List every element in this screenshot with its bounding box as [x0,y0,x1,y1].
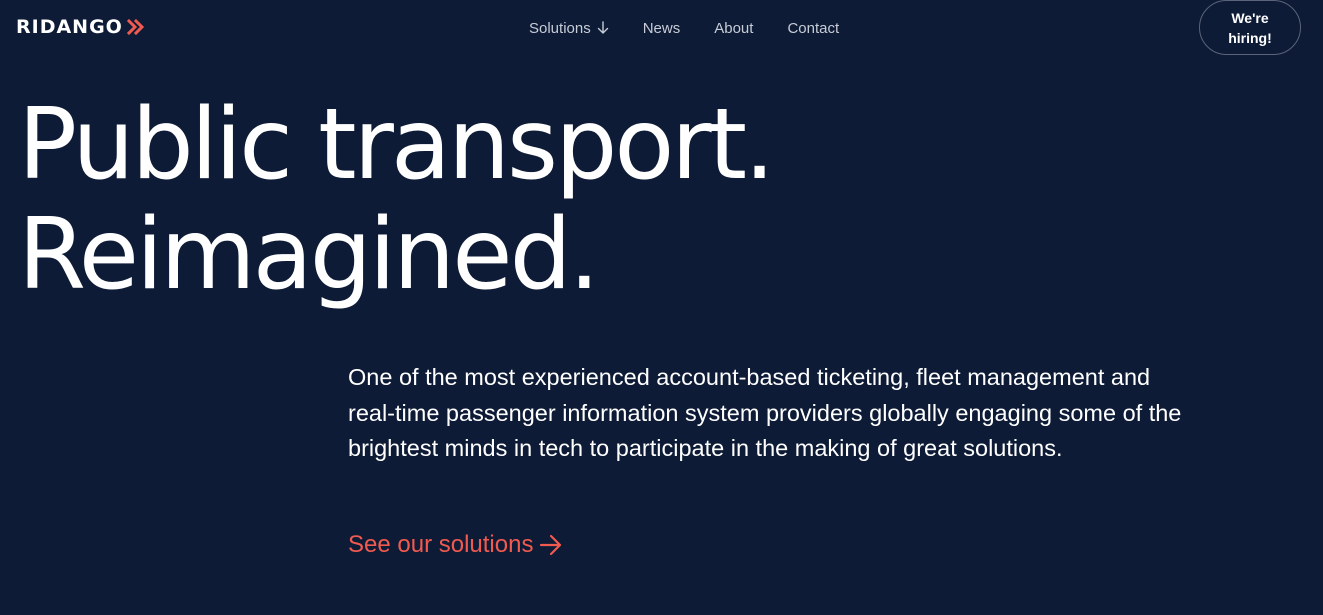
logo-link[interactable]: RIDANGO [16,17,145,37]
hero-title: Public transport. Reimagined. [18,88,775,312]
hero-title-line-2: Reimagined. [18,198,600,312]
hiring-button[interactable]: We're hiring! [1199,0,1301,55]
nav-item-label: News [642,19,681,37]
nav-item-label: Contact [787,19,840,37]
nav-item-contact[interactable]: Contact [787,20,839,37]
main-nav: Solutions News About Contact [529,17,839,39]
nav-item-label: Solutions [529,19,591,37]
nav-item-solutions[interactable]: Solutions [529,20,609,37]
arrow-down-icon [597,21,608,34]
arrow-right-icon [540,534,562,556]
logo-text: RIDANGO [16,16,123,38]
cta-label: See our solutions [348,531,534,558]
double-chevron-right-icon [126,18,144,36]
see-solutions-link[interactable]: See our solutions [348,530,563,560]
nav-item-about[interactable]: About [714,20,753,37]
nav-item-news[interactable]: News [643,20,681,37]
nav-item-label: About [714,19,754,37]
hero-description: One of the most experienced account-base… [348,364,1182,461]
hero-title-line-1: Public transport. [18,88,775,202]
